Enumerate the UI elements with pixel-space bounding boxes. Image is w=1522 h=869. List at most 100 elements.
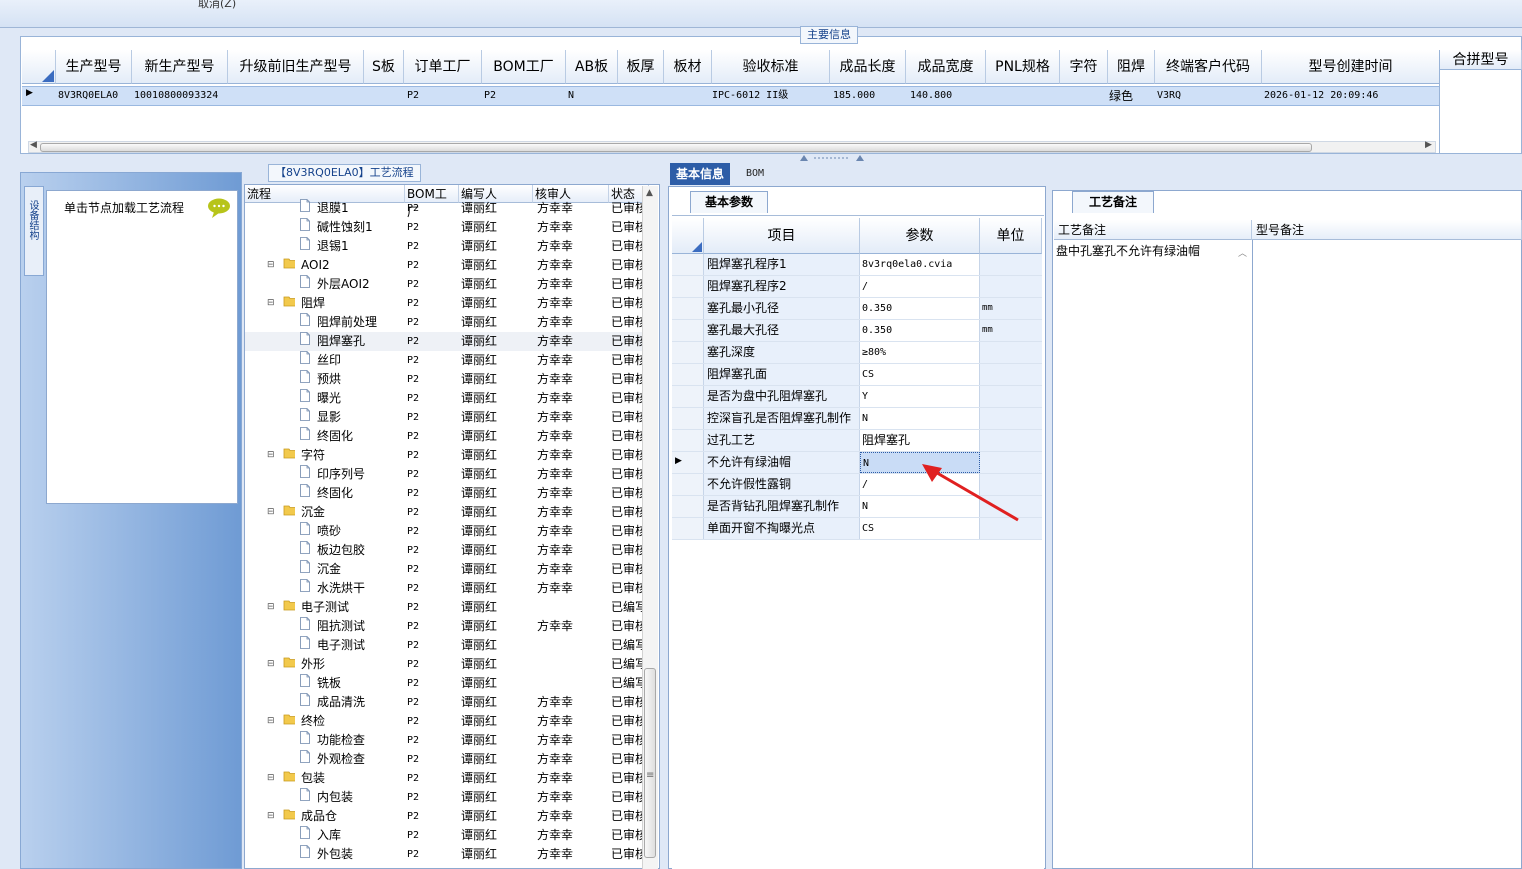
tree-folder-node[interactable]: ⊟ 阻焊 P2 谭丽红 方幸幸 已审核 (245, 294, 645, 313)
param-header-item[interactable]: 项目 (704, 218, 860, 254)
scroll-up-icon[interactable]: ▲ (646, 188, 653, 198)
row-indicator[interactable] (672, 496, 704, 517)
column-header[interactable]: 板材 (664, 50, 712, 84)
row-indicator[interactable] (672, 408, 704, 429)
tree-leaf-node[interactable]: 内包装 P2 谭丽红 方幸幸 已审核 (245, 788, 645, 807)
tree-folder-node[interactable]: ⊟ 外形 P2 谭丽红 已编写 (245, 655, 645, 674)
scrollbar-thumb[interactable] (644, 668, 656, 858)
tree-leaf-node[interactable]: 沉金 P2 谭丽红 方幸幸 已审核 (245, 560, 645, 579)
column-header[interactable]: PNL规格 (986, 50, 1060, 84)
collapse-icon[interactable]: ⊟ (267, 446, 275, 465)
tree-folder-node[interactable]: ⊟ AOI2 P2 谭丽红 方幸幸 已审核 (245, 256, 645, 275)
param-row[interactable]: 塞孔最大孔径 0.350 mm (672, 320, 1042, 342)
row-indicator[interactable] (672, 364, 704, 385)
scroll-left-icon[interactable]: ◀ (30, 140, 37, 150)
collapse-icon[interactable]: ⊟ (267, 807, 275, 826)
collapse-icon[interactable]: ⊟ (267, 712, 275, 731)
collapse-icon[interactable]: ⊟ (267, 655, 275, 674)
cancel-button[interactable]: 取消(Z) (198, 0, 236, 11)
row-indicator[interactable] (672, 320, 704, 341)
param-value[interactable]: N (860, 408, 980, 429)
param-value[interactable]: Y (860, 386, 980, 407)
tree-folder-node[interactable]: ⊟ 字符 P2 谭丽红 方幸幸 已审核 (245, 446, 645, 465)
tree-leaf-node[interactable]: 阻焊塞孔 P2 谭丽红 方幸幸 已审核 (245, 332, 645, 351)
tab-bom[interactable]: BOM (740, 163, 770, 185)
column-header[interactable]: 成品宽度 (906, 50, 986, 84)
tree-leaf-node[interactable]: 铣板 P2 谭丽红 已编写 (245, 674, 645, 693)
param-header-value[interactable]: 参数 (860, 218, 980, 254)
collapse-icon[interactable]: ⊟ (267, 503, 275, 522)
param-value[interactable]: ≥80% (860, 342, 980, 363)
param-value[interactable]: / (860, 276, 980, 297)
tree-folder-node[interactable]: ⊟ 成品仓 P2 谭丽红 方幸幸 已审核 (245, 807, 645, 826)
tree-leaf-node[interactable]: 阻抗测试 P2 谭丽红 方幸幸 已审核 (245, 617, 645, 636)
column-header[interactable]: 终端客户代码 (1155, 50, 1262, 84)
process-tree[interactable]: 流程BOM工厂编写人核审人状态 退膜1P2谭丽红方幸幸已审核碱性蚀刻1P2谭丽红… (244, 184, 660, 869)
collapse-icon[interactable]: ⊟ (267, 294, 275, 313)
row-indicator[interactable] (672, 474, 704, 495)
tree-leaf-node[interactable]: 电子测试 P2 谭丽红 已编写 (245, 636, 645, 655)
tree-folder-node[interactable]: ⊟ 终检 P2 谭丽红 方幸幸 已审核 (245, 712, 645, 731)
process-note-header[interactable]: 工艺备注 (1054, 220, 1252, 240)
param-row[interactable]: 阻焊塞孔程序2/ (672, 276, 1042, 298)
tree-leaf-node[interactable]: 外包装 P2 谭丽红 方幸幸 已审核 (245, 845, 645, 864)
column-header[interactable]: 板厚 (618, 50, 664, 84)
column-header[interactable]: 新生产型号 (132, 50, 228, 84)
scroll-right-icon[interactable]: ▶ (1425, 140, 1432, 150)
scrollbar-thumb[interactable] (40, 143, 1312, 152)
param-value[interactable]: CS (860, 364, 980, 385)
column-header[interactable]: 成品长度 (830, 50, 906, 84)
param-value[interactable]: 阻焊塞孔 (860, 430, 980, 451)
row-indicator[interactable]: ▶ (672, 452, 704, 473)
tree-leaf-node[interactable]: 预烘 P2 谭丽红 方幸幸 已审核 (245, 370, 645, 389)
process-note-text[interactable]: 盘中孔塞孔不允许有绿油帽 (1056, 242, 1200, 259)
splitter-grip-icon[interactable] (800, 155, 864, 161)
tree-leaf-node[interactable]: 入库 P2 谭丽红 方幸幸 已审核 (245, 826, 645, 845)
tree-leaf-node[interactable]: 曝光 P2 谭丽红 方幸幸 已审核 (245, 389, 645, 408)
tree-leaf-node[interactable]: 阻焊前处理 P2 谭丽红 方幸幸 已审核 (245, 313, 645, 332)
tree-leaf-node[interactable]: 功能检查 P2 谭丽红 方幸幸 已审核 (245, 731, 645, 750)
param-value[interactable]: 8v3rq0ela0.cvia (860, 254, 980, 275)
tree-leaf-node[interactable]: 丝印 P2 谭丽红 方幸幸 已审核 (245, 351, 645, 370)
column-header[interactable]: 升级前旧生产型号 (228, 50, 364, 84)
param-row[interactable]: 是否为盘中孔阻焊塞孔 Y (672, 386, 1042, 408)
param-header-unit[interactable]: 单位 (980, 218, 1042, 254)
collapse-icon[interactable]: ⊟ (267, 769, 275, 788)
tree-leaf-node[interactable]: 成品清洗 P2 谭丽红 方幸幸 已审核 (245, 693, 645, 712)
column-header[interactable]: 订单工厂 (404, 50, 482, 84)
tree-folder-node[interactable]: ⊟ 沉金 P2 谭丽红 方幸幸 已审核 (245, 503, 645, 522)
column-header[interactable]: 阻焊 (1108, 50, 1155, 84)
tree-leaf-node[interactable]: 印序列号 P2 谭丽红 方幸幸 已审核 (245, 465, 645, 484)
column-header[interactable]: AB板 (566, 50, 618, 84)
param-value[interactable]: 0.350 (860, 320, 980, 341)
param-row[interactable]: 控深盲孔是否阻焊塞孔制作 N (672, 408, 1042, 430)
tree-leaf-node[interactable]: 板边包胶 P2 谭丽红 方幸幸 已审核 (245, 541, 645, 560)
param-value[interactable]: 0.350 (860, 298, 980, 319)
tree-leaf-node[interactable]: 喷砂 P2 谭丽红 方幸幸 已审核 (245, 522, 645, 541)
tree-leaf-node[interactable]: 水洗烘干 P2 谭丽红 方幸幸 已审核 (245, 579, 645, 598)
column-header[interactable]: BOM工厂 (482, 50, 566, 84)
tree-leaf-node[interactable]: 碱性蚀刻1 P2 谭丽红 方幸幸 已审核 (245, 218, 645, 237)
param-row[interactable]: 过孔工艺 阻焊塞孔 (672, 430, 1042, 452)
row-indicator[interactable] (672, 386, 704, 407)
tree-leaf-node[interactable]: 退锡1 P2 谭丽红 方幸幸 已审核 (245, 237, 645, 256)
tab-basic-info[interactable]: 基本信息 (670, 163, 731, 185)
model-note-header[interactable]: 型号备注 (1252, 220, 1522, 240)
tab-basic-params[interactable]: 基本参数 (690, 191, 768, 213)
node-panel[interactable] (46, 190, 238, 504)
tree-leaf-node[interactable]: 终固化 P2 谭丽红 方幸幸 已审核 (245, 484, 645, 503)
row-indicator[interactable] (672, 430, 704, 451)
grid-corner[interactable] (22, 50, 56, 84)
collapse-icon[interactable]: ⊟ (267, 598, 275, 617)
column-header[interactable]: 字符 (1060, 50, 1108, 84)
param-grid-corner[interactable] (672, 218, 704, 254)
row-indicator[interactable] (672, 276, 704, 297)
param-row[interactable]: 塞孔深度 ≥80% (672, 342, 1042, 364)
tab-process-notes[interactable]: 工艺备注 (1072, 191, 1154, 213)
tree-folder-node[interactable]: ⊟ 电子测试 P2 谭丽红 已编写 (245, 598, 645, 617)
column-header[interactable]: 生产型号 (56, 50, 132, 84)
tree-leaf-node[interactable]: 外层AOI2 P2 谭丽红 方幸幸 已审核 (245, 275, 645, 294)
tree-leaf-node[interactable]: 终固化 P2 谭丽红 方幸幸 已审核 (245, 427, 645, 446)
tree-leaf-node[interactable]: 退膜1 P2 谭丽红 方幸幸 已审核 (245, 199, 645, 218)
column-header[interactable]: 型号创建时间 (1262, 50, 1440, 84)
